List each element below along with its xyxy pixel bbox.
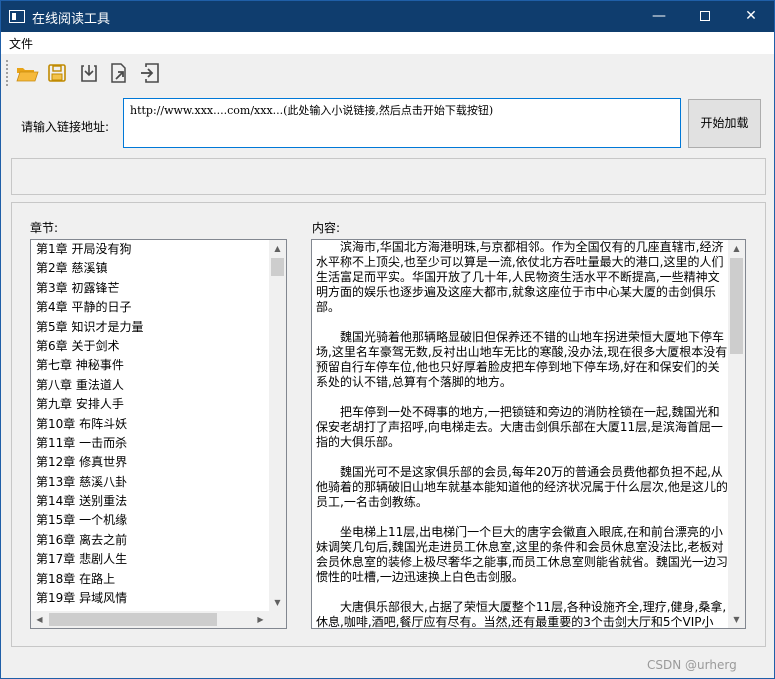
url-label: 请输入链接地址: [21, 120, 110, 134]
start-load-button[interactable]: 开始加载 [688, 99, 761, 148]
chapter-list-item[interactable]: 第1章 开局没有狗 [31, 240, 269, 259]
export-button[interactable] [106, 60, 132, 86]
scroll-corner [269, 611, 286, 628]
folder-open-icon [16, 68, 39, 82]
content-vertical-scrollbar[interactable]: ▲ ▼ [728, 240, 745, 628]
chapter-list-item[interactable]: 第11章 一击而杀 [31, 434, 269, 453]
chapters-label: 章节: [30, 221, 59, 235]
scroll-thumb[interactable] [271, 258, 284, 276]
content-paragraph: 滨海市,华国北方海港明珠,与京都相邻。作为全国仅有的几座直辖市,经济水平称不上顶… [316, 240, 724, 314]
chapter-list-item[interactable]: 第15章 一个机缘 [31, 511, 269, 530]
chapter-list-item[interactable]: 第17章 悲剧人生 [31, 550, 269, 569]
chapter-list-item[interactable]: 第16章 离去之前 [31, 531, 269, 550]
menu-bar: 文件 [1, 32, 774, 54]
chapter-list-item[interactable]: 第20章 初涉修真 [31, 608, 269, 610]
maximize-button[interactable] [682, 1, 728, 32]
chapter-list-item[interactable]: 第18章 在路上 [31, 570, 269, 589]
chapter-list-item[interactable]: 第6章 关于剑术 [31, 337, 269, 356]
scroll-down-arrow-icon[interactable]: ▼ [269, 594, 286, 611]
chapter-list[interactable]: 第1章 开局没有狗 第2章 慈溪镇 第3章 初露锋芒 第4章 平静的日子 第5章 知识才… [30, 239, 287, 629]
chapter-items: 第1章 开局没有狗 第2章 慈溪镇 第3章 初露锋芒 第4章 平静的日子 第5章 知识才… [31, 240, 269, 610]
content-paragraph: 大唐俱乐部很大,占据了荣恒大厦整个11层,各种设施齐全,理疗,健身,桑拿,休息,… [316, 600, 727, 628]
minimize-button[interactable]: — [636, 1, 682, 32]
chapter-list-item[interactable]: 第3章 初露锋芒 [31, 279, 269, 298]
download-button[interactable] [76, 60, 102, 86]
url-input[interactable]: http://www.xxx....com/xxx...(此处输入小说链接,然后… [123, 98, 681, 148]
content-paragraph: 把车停到一处不碍事的地方,一把锁链和旁边的消防栓锁在一起,魏国光和保安老胡打了声… [316, 405, 723, 449]
maximize-icon [700, 11, 710, 21]
chapter-list-item[interactable]: 第5章 知识才是力量 [31, 318, 269, 337]
close-button[interactable]: ✕ [728, 1, 774, 32]
app-window: 在线阅读工具 — ✕ 文件 请输入链接地址: http://www.xxx...… [0, 0, 775, 679]
scroll-down-arrow-icon[interactable]: ▼ [728, 611, 745, 628]
exit-button[interactable] [137, 60, 163, 86]
export-icon [111, 63, 126, 83]
content-paragraph: 魏国光可不是这家俱乐部的会员,每年20万的普通会员费他都负担不起,从他骑着的那辆… [316, 465, 728, 509]
toolbar-grip[interactable] [6, 60, 9, 86]
scroll-up-arrow-icon[interactable]: ▲ [728, 240, 745, 257]
window-title: 在线阅读工具 [32, 12, 111, 27]
scroll-right-arrow-icon[interactable]: ▶ [252, 611, 269, 628]
open-folder-button[interactable] [14, 60, 40, 86]
save-icon [48, 64, 66, 82]
content-paragraph: 魏国光骑着他那辆略显破旧但保养还不错的山地车拐进荣恒大厦地下停车场,这里名车豪驾… [316, 330, 728, 389]
toolbar [1, 56, 774, 89]
chapter-list-item[interactable]: 第13章 慈溪八卦 [31, 473, 269, 492]
save-button[interactable] [44, 60, 70, 86]
content-paragraph: 坐电梯上11层,出电梯门一个巨大的唐字会徽直入眼底,在和前台漂亮的小妹调笑几句后… [316, 525, 728, 584]
chapter-horizontal-scrollbar[interactable]: ◀ ▶ [31, 611, 269, 628]
scroll-up-arrow-icon[interactable]: ▲ [269, 240, 286, 257]
content-text-area[interactable]: 滨海市,华国北方海港明珠,与京都相邻。作为全国仅有的几座直辖市,经济水平称不上顶… [311, 239, 746, 629]
chapter-list-item[interactable]: 第八章 重法道人 [31, 376, 269, 395]
chapter-list-item[interactable]: 第10章 布阵斗妖 [31, 415, 269, 434]
chapter-list-item[interactable]: 第4章 平静的日子 [31, 298, 269, 317]
scroll-thumb[interactable] [730, 258, 743, 354]
chapter-list-item[interactable]: 第九章 安排人手 [31, 395, 269, 414]
watermark: CSDN @urherg [647, 658, 737, 672]
chapter-list-item[interactable]: 第2章 慈溪镇 [31, 259, 269, 278]
chapter-list-item[interactable]: 第14章 送别重法 [31, 492, 269, 511]
download-icon [81, 65, 97, 82]
chapter-list-item[interactable]: 第12章 修真世界 [31, 453, 269, 472]
chapter-list-item[interactable]: 第七章 神秘事件 [31, 356, 269, 375]
content-label: 内容: [312, 221, 341, 235]
scroll-left-arrow-icon[interactable]: ◀ [31, 611, 48, 628]
content-text: 滨海市,华国北方海港明珠,与京都相邻。作为全国仅有的几座直辖市,经济水平称不上顶… [316, 240, 728, 628]
chapter-vertical-scrollbar[interactable]: ▲ ▼ [269, 240, 286, 611]
app-icon [9, 10, 25, 23]
title-bar[interactable]: 在线阅读工具 — ✕ [1, 1, 774, 32]
exit-icon [141, 63, 159, 83]
menu-file[interactable]: 文件 [9, 35, 33, 52]
chapter-list-item[interactable]: 第19章 异域风情 [31, 589, 269, 608]
scroll-thumb[interactable] [49, 613, 217, 626]
status-panel [11, 158, 766, 195]
